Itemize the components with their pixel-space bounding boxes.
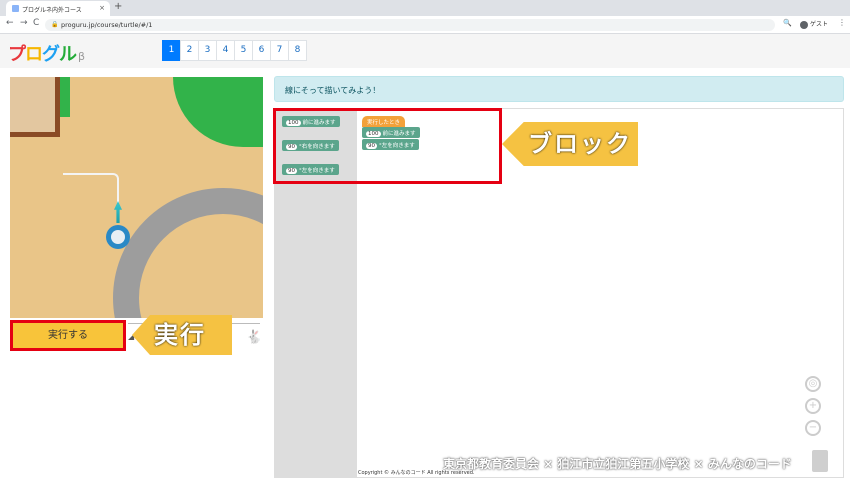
run-callout: 実行 xyxy=(132,315,232,355)
profile-label: ゲスト xyxy=(810,21,829,28)
rabbit-icon[interactable]: 🐇 xyxy=(246,330,262,345)
turtle-shell xyxy=(111,230,125,244)
instruction-banner: 線にそって描いてみよう！ xyxy=(274,76,844,102)
run-button[interactable]: 実行する xyxy=(10,320,126,351)
reload-icon[interactable]: C xyxy=(33,18,39,28)
block-highlight-box xyxy=(273,108,502,184)
direction-arrow-icon xyxy=(114,201,122,223)
logo-char: ル xyxy=(59,44,77,65)
recenter-icon[interactable]: ◎ xyxy=(805,376,821,392)
fence xyxy=(10,77,60,137)
profile-button[interactable]: ゲスト xyxy=(800,19,828,29)
page-button-7[interactable]: 7 xyxy=(270,40,289,61)
lesson-pager: 1 2 3 4 5 6 7 8 xyxy=(162,40,307,61)
watermark-caption: 東京都教育委員会 × 狛江市立狛江第五小学校 × みんなのコード xyxy=(443,457,792,471)
address-bar[interactable]: 🔒 proguru.jp/course/turtle/#/1 xyxy=(45,19,775,31)
url-text: proguru.jp/course/turtle/#/1 xyxy=(61,21,153,29)
page-button-3[interactable]: 3 xyxy=(198,40,217,61)
zoom-icon[interactable]: 🔍 xyxy=(783,19,792,27)
avatar xyxy=(800,20,808,29)
browser-toolbar: ← → C 🔒 proguru.jp/course/turtle/#/1 🔍 ゲ… xyxy=(0,16,850,34)
page-button-4[interactable]: 4 xyxy=(216,40,235,61)
forward-icon[interactable]: → xyxy=(20,18,28,28)
logo-char: プ xyxy=(8,44,26,65)
stone-path xyxy=(113,188,263,318)
browser-tabbar: プログルネ内外コース × + xyxy=(0,0,850,16)
lock-icon: 🔒 xyxy=(51,21,59,28)
page-button-8[interactable]: 8 xyxy=(288,40,307,61)
workspace-zoom-controls: ◎ + − xyxy=(805,376,821,442)
page-button-2[interactable]: 2 xyxy=(180,40,199,61)
new-tab-button[interactable]: + xyxy=(114,1,122,12)
browser-tab[interactable]: プログルネ内外コース × xyxy=(6,1,110,16)
logo-char: ロ xyxy=(25,44,43,65)
page-button-5[interactable]: 5 xyxy=(234,40,253,61)
logo-char: グ xyxy=(42,44,60,65)
tab-title: プログルネ内外コース xyxy=(22,7,82,14)
block-callout: ブロック xyxy=(502,122,638,166)
favicon-icon xyxy=(12,5,19,12)
tab-close-icon[interactable]: × xyxy=(99,4,105,12)
page-button-1[interactable]: 1 xyxy=(162,40,181,61)
browser-menu-icon[interactable]: ⋮ xyxy=(838,18,846,27)
page-button-6[interactable]: 6 xyxy=(252,40,271,61)
turtle-character xyxy=(106,225,130,249)
logo-beta: β xyxy=(78,50,85,63)
zoom-out-icon[interactable]: − xyxy=(805,420,821,436)
guide-line xyxy=(63,173,119,203)
grass-area xyxy=(173,77,263,147)
trash-icon[interactable] xyxy=(812,450,828,472)
site-header: プログル β 1 2 3 4 5 6 7 8 xyxy=(0,34,850,68)
proguru-logo[interactable]: プログル β xyxy=(8,40,85,66)
zoom-in-icon[interactable]: + xyxy=(805,398,821,414)
back-icon[interactable]: ← xyxy=(6,18,14,28)
turtle-stage xyxy=(10,77,263,318)
turtle-icon[interactable]: ◢ xyxy=(128,332,134,341)
